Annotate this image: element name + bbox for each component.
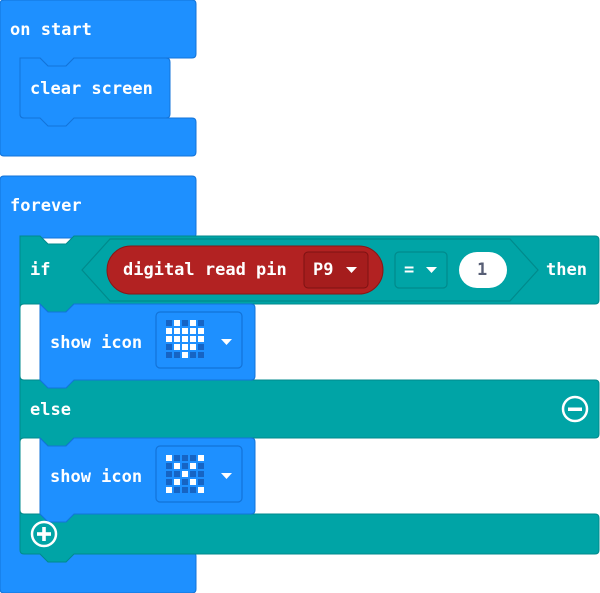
led-pixel bbox=[166, 487, 172, 493]
led-pixel bbox=[190, 471, 196, 477]
led-pixel bbox=[174, 455, 180, 461]
led-pixel bbox=[174, 336, 180, 342]
led-pixel bbox=[190, 336, 196, 342]
led-pixel bbox=[190, 463, 196, 469]
show-icon-then-label: show icon bbox=[50, 333, 143, 353]
led-pixel bbox=[182, 455, 188, 461]
led-pixel bbox=[182, 471, 188, 477]
led-pixel bbox=[198, 487, 204, 493]
led-pixel bbox=[166, 336, 172, 342]
no-icon bbox=[166, 455, 204, 493]
led-pixel bbox=[182, 328, 188, 334]
led-pixel bbox=[182, 487, 188, 493]
led-pixel bbox=[190, 352, 196, 358]
heart-icon bbox=[166, 320, 204, 358]
pin-value: P9 bbox=[313, 260, 334, 280]
led-pixel bbox=[174, 463, 180, 469]
else-label: else bbox=[30, 400, 71, 420]
led-pixel bbox=[198, 471, 204, 477]
led-pixel bbox=[166, 455, 172, 461]
led-pixel bbox=[182, 320, 188, 326]
led-pixel bbox=[198, 455, 204, 461]
led-pixel bbox=[166, 320, 172, 326]
led-pixel bbox=[198, 328, 204, 334]
clear-screen-label: clear screen bbox=[30, 79, 153, 99]
led-pixel bbox=[174, 479, 180, 485]
operator-value: = bbox=[404, 260, 415, 280]
led-pixel bbox=[198, 344, 204, 350]
led-pixel bbox=[198, 336, 204, 342]
if-label: if bbox=[30, 260, 51, 280]
led-pixel bbox=[166, 344, 172, 350]
led-pixel bbox=[190, 455, 196, 461]
led-pixel bbox=[198, 352, 204, 358]
led-pixel bbox=[190, 328, 196, 334]
show-icon-else-label: show icon bbox=[50, 467, 143, 487]
led-pixel bbox=[198, 463, 204, 469]
led-pixel bbox=[198, 320, 204, 326]
led-pixel bbox=[166, 352, 172, 358]
led-pixel bbox=[166, 479, 172, 485]
led-pixel bbox=[166, 328, 172, 334]
led-pixel bbox=[190, 479, 196, 485]
compare-value: 1 bbox=[477, 260, 488, 280]
led-pixel bbox=[190, 344, 196, 350]
led-pixel bbox=[174, 320, 180, 326]
led-pixel bbox=[182, 479, 188, 485]
led-pixel bbox=[166, 471, 172, 477]
led-pixel bbox=[174, 328, 180, 334]
led-pixel bbox=[174, 471, 180, 477]
led-pixel bbox=[182, 344, 188, 350]
led-pixel bbox=[182, 336, 188, 342]
led-pixel bbox=[182, 463, 188, 469]
led-pixel bbox=[174, 352, 180, 358]
led-pixel bbox=[174, 344, 180, 350]
forever-label: forever bbox=[10, 196, 82, 216]
led-pixel bbox=[190, 487, 196, 493]
led-pixel bbox=[174, 487, 180, 493]
led-pixel bbox=[190, 320, 196, 326]
operator-dropdown[interactable] bbox=[394, 251, 448, 289]
on-start-label: on start bbox=[10, 20, 92, 40]
led-pixel bbox=[198, 479, 204, 485]
led-pixel bbox=[166, 463, 172, 469]
digital-read-pin-label: digital read pin bbox=[123, 260, 287, 280]
led-pixel bbox=[182, 352, 188, 358]
then-label: then bbox=[546, 260, 587, 280]
